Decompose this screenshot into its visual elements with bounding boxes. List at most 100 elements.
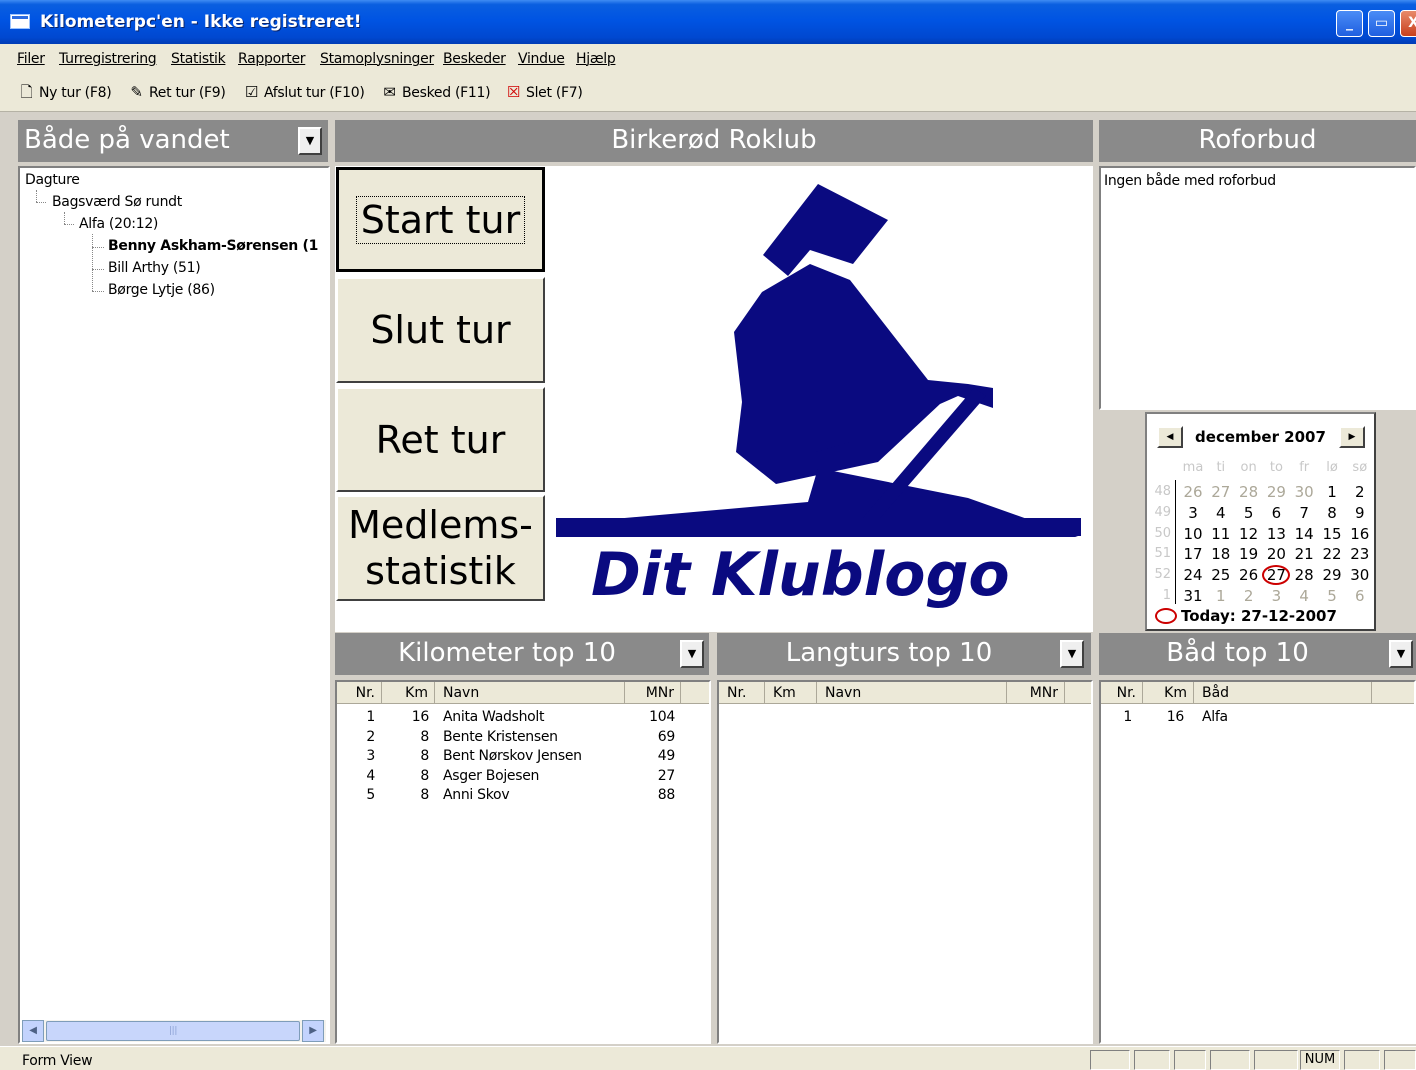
long-top-dropdown-button[interactable]: ▼ xyxy=(1060,640,1084,668)
calendar-day[interactable]: 28 xyxy=(1235,482,1263,502)
calendar-prev-button[interactable]: ◀ xyxy=(1157,426,1183,448)
km-top-list[interactable]: Nr. Km Navn MNr 1 16 Anita Wadsholt 104 2 8 Be… xyxy=(335,680,711,1044)
edit-trip-button[interactable]: ✎ Ret tur (F9) xyxy=(128,84,225,101)
tree-boat[interactable]: Alfa (20:12) xyxy=(79,216,158,232)
end-trip-button[interactable]: ☑ Afslut tur (F10) xyxy=(243,84,365,101)
long-top-list[interactable]: Nr. Km Navn MNr xyxy=(717,680,1093,1044)
calendar-day[interactable]: 5 xyxy=(1318,586,1346,606)
calendar-day[interactable]: 4 xyxy=(1290,586,1318,606)
column-header[interactable]: Nr. xyxy=(1101,682,1143,704)
column-header[interactable]: MNr xyxy=(1007,682,1065,704)
tree-trip[interactable]: Bagsværd Sø rundt xyxy=(52,194,182,210)
calendar-day[interactable]: 1 xyxy=(1318,482,1346,502)
column-header[interactable]: Nr. xyxy=(337,682,382,704)
horizontal-scrollbar[interactable]: ◀ ||| ▶ xyxy=(22,1020,326,1042)
calendar-next-button[interactable]: ▶ xyxy=(1339,426,1365,448)
boat-top-list[interactable]: Nr. Km Båd 1 16 Alfa xyxy=(1099,680,1416,1044)
table-row[interactable]: 1 16 Alfa xyxy=(1101,707,1414,727)
start-trip-button[interactable]: Start tur xyxy=(336,167,545,272)
calendar-day[interactable]: 10 xyxy=(1179,524,1207,544)
column-header[interactable]: Km xyxy=(1143,682,1194,704)
scroll-right-icon[interactable]: ▶ xyxy=(302,1020,324,1042)
menu-vindue[interactable]: Vindue xyxy=(518,51,565,67)
calendar-day[interactable]: 3 xyxy=(1179,503,1207,523)
boats-dropdown-button[interactable]: ▼ xyxy=(298,127,322,155)
table-row[interactable]: 3 8 Bent Nørskov Jensen 49 xyxy=(337,746,709,766)
boat-top-dropdown-button[interactable]: ▼ xyxy=(1389,640,1413,668)
calendar-day[interactable]: 7 xyxy=(1290,503,1318,523)
column-header[interactable]: Navn xyxy=(817,682,1007,704)
calendar-day[interactable]: 11 xyxy=(1207,524,1235,544)
menu-beskeder[interactable]: Beskeder xyxy=(443,51,506,67)
calendar-day[interactable]: 22 xyxy=(1318,544,1346,564)
calendar-day[interactable]: 8 xyxy=(1318,503,1346,523)
column-header[interactable]: Nr. xyxy=(719,682,765,704)
km-top-dropdown-button[interactable]: ▼ xyxy=(680,640,704,668)
calendar-day[interactable]: 26 xyxy=(1179,482,1207,502)
calendar-day-selected[interactable]: 27 xyxy=(1262,565,1291,586)
minimize-button[interactable]: _ xyxy=(1336,10,1363,37)
calendar-today-button[interactable]: Today: 27-12-2007 xyxy=(1155,607,1337,625)
calendar-day[interactable]: 2 xyxy=(1235,586,1263,606)
title-bar[interactable]: Kilometerpc'en - Ikke registreret! _ ▭ X xyxy=(0,0,1416,44)
calendar-day[interactable]: 23 xyxy=(1346,544,1374,564)
menu-rapporter[interactable]: Rapporter xyxy=(238,51,306,67)
calendar-day[interactable]: 6 xyxy=(1262,503,1290,523)
calendar-day[interactable]: 9 xyxy=(1346,503,1374,523)
scroll-left-icon[interactable]: ◀ xyxy=(22,1020,44,1042)
column-header[interactable]: Km xyxy=(382,682,435,704)
table-row[interactable]: 2 8 Bente Kristensen 69 xyxy=(337,727,709,747)
calendar-day[interactable]: 20 xyxy=(1262,544,1290,564)
calendar-day[interactable]: 30 xyxy=(1346,565,1374,585)
table-row[interactable]: 4 8 Asger Bojesen 27 xyxy=(337,766,709,786)
calendar[interactable]: ◀ december 2007 ▶ ma ti on to fr lø sø 48 26 27 2… xyxy=(1145,412,1376,631)
calendar-day[interactable]: 2 xyxy=(1346,482,1374,502)
table-row[interactable]: 1 16 Anita Wadsholt 104 xyxy=(337,707,709,727)
scroll-thumb[interactable]: ||| xyxy=(46,1021,300,1041)
new-trip-button[interactable]: 🗋 Ny tur (F8) xyxy=(18,84,112,101)
ban-list[interactable]: Ingen både med roforbud xyxy=(1099,166,1416,410)
restore-button[interactable]: ▭ xyxy=(1368,10,1395,37)
column-header[interactable]: Navn xyxy=(435,682,625,704)
calendar-day[interactable]: 29 xyxy=(1262,482,1290,502)
menu-statistik[interactable]: Statistik xyxy=(171,51,226,67)
calendar-day[interactable]: 4 xyxy=(1207,503,1235,523)
menu-hjaelp[interactable]: Hjælp xyxy=(576,51,616,67)
calendar-day[interactable]: 16 xyxy=(1346,524,1374,544)
calendar-day[interactable]: 25 xyxy=(1207,565,1235,585)
table-row[interactable]: 5 8 Anni Skov 88 xyxy=(337,785,709,805)
calendar-day[interactable]: 13 xyxy=(1262,524,1290,544)
boats-tree[interactable]: Dagture Bagsværd Sø rundt Alfa (20:12) B… xyxy=(18,166,330,1044)
calendar-day[interactable]: 27 xyxy=(1207,482,1235,502)
tree-crew-member[interactable]: Børge Lytje (86) xyxy=(108,282,215,298)
message-button[interactable]: ✉ Besked (F11) xyxy=(381,84,490,101)
calendar-day[interactable]: 21 xyxy=(1290,544,1318,564)
calendar-day[interactable]: 28 xyxy=(1290,565,1318,585)
calendar-day[interactable]: 26 xyxy=(1235,565,1263,585)
calendar-day[interactable]: 30 xyxy=(1290,482,1318,502)
calendar-day[interactable]: 15 xyxy=(1318,524,1346,544)
tree-root[interactable]: Dagture xyxy=(25,172,80,188)
close-button[interactable]: X xyxy=(1400,10,1416,37)
menu-turregistrering[interactable]: Turregistrering xyxy=(59,51,157,67)
menu-stamoplysninger[interactable]: Stamoplysninger xyxy=(320,51,434,67)
calendar-day[interactable]: 29 xyxy=(1318,565,1346,585)
calendar-day[interactable]: 18 xyxy=(1207,544,1235,564)
calendar-day[interactable]: 3 xyxy=(1262,586,1290,606)
calendar-day[interactable]: 1 xyxy=(1207,586,1235,606)
member-stats-button[interactable]: Medlems- statistik xyxy=(336,495,545,601)
calendar-month-label[interactable]: december 2007 xyxy=(1189,428,1332,446)
calendar-day[interactable]: 5 xyxy=(1235,503,1263,523)
tree-crew-member[interactable]: Benny Askham-Sørensen (1 xyxy=(108,238,318,254)
end-trip-big-button[interactable]: Slut tur xyxy=(336,277,545,383)
column-header[interactable]: MNr xyxy=(625,682,681,704)
calendar-day[interactable]: 6 xyxy=(1346,586,1374,606)
tree-crew-member[interactable]: Bill Arthy (51) xyxy=(108,260,201,276)
calendar-day[interactable]: 12 xyxy=(1235,524,1263,544)
column-header[interactable]: Km xyxy=(765,682,817,704)
menu-filer[interactable]: Filer xyxy=(17,51,45,67)
calendar-day[interactable]: 31 xyxy=(1179,586,1207,606)
calendar-day[interactable]: 24 xyxy=(1179,565,1207,585)
calendar-day[interactable]: 17 xyxy=(1179,544,1207,564)
delete-button[interactable]: ☒ Slet (F7) xyxy=(505,84,583,101)
